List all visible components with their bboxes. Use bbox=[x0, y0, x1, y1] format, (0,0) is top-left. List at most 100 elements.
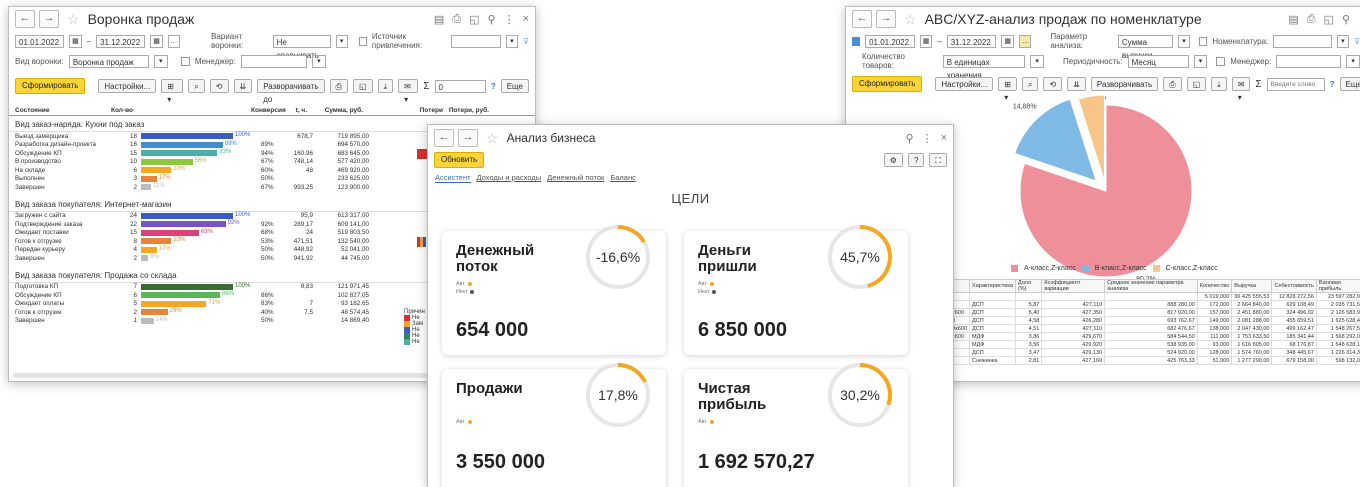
table-row[interactable]: 0ДСП5,87427,110888 280,00172,0002 664 84… bbox=[947, 301, 1360, 309]
favorite-star-icon[interactable]: ☆ bbox=[67, 11, 80, 28]
chevron-down-icon[interactable]: ▾ bbox=[312, 55, 326, 68]
table-header[interactable]: Количество bbox=[1197, 280, 1232, 293]
tab-assistant[interactable]: Ассистент bbox=[435, 173, 471, 183]
calendar-icon[interactable]: ▦ bbox=[69, 35, 81, 48]
sum-field[interactable]: 0 bbox=[435, 80, 486, 93]
horizontal-scrollbar[interactable] bbox=[13, 373, 433, 378]
manager-field[interactable] bbox=[1276, 55, 1341, 68]
table-header[interactable]: Характеристика bbox=[970, 280, 1016, 293]
print-icon[interactable]: ⎙ bbox=[330, 79, 348, 93]
save-icon[interactable]: ▤ bbox=[434, 13, 444, 26]
forward-arrow-icon[interactable]: → bbox=[876, 10, 896, 28]
chevron-down-icon[interactable]: ▾ bbox=[1194, 55, 1208, 68]
chevron-down-icon[interactable]: ▾ bbox=[1346, 55, 1360, 68]
table-header[interactable]: Доля (%) bbox=[1015, 280, 1041, 293]
mail-icon[interactable]: ✉▾ bbox=[1232, 77, 1251, 91]
forward-arrow-icon[interactable]: → bbox=[39, 10, 59, 28]
menu-icon[interactable]: ⋮ bbox=[922, 132, 933, 145]
settings-gear-icon[interactable]: ⚙ bbox=[884, 153, 903, 167]
date-to-field[interactable]: 31.12.2022 bbox=[96, 35, 145, 48]
chevron-down-icon[interactable]: ▾ bbox=[336, 35, 348, 48]
param-select[interactable]: Сумма выручки bbox=[1118, 35, 1173, 48]
menu-icon[interactable]: ⋮ bbox=[504, 13, 515, 26]
link-icon[interactable]: ⚲ bbox=[488, 13, 496, 26]
period-select-button[interactable]: ... bbox=[1019, 35, 1031, 48]
table-header[interactable]: Выручка bbox=[1232, 280, 1272, 293]
goal-card[interactable]: ДеньгипришлиАвгИюл6 850 00045,7% bbox=[684, 231, 908, 355]
tab-cash-flow[interactable]: Денежный поток bbox=[547, 173, 604, 183]
chevron-down-icon[interactable]: ▾ bbox=[1178, 35, 1190, 48]
nomen-checkbox[interactable] bbox=[1199, 37, 1207, 46]
calendar-icon[interactable]: ▦ bbox=[1001, 35, 1013, 48]
search-icon[interactable]: ⌕ bbox=[188, 79, 204, 93]
table-row[interactable]: 0x600МДФ3,86429,670584 544,50111,0001 75… bbox=[947, 333, 1360, 341]
variant-select[interactable]: Не сравнивать bbox=[273, 35, 331, 48]
table-row[interactable]: 0МДФ3,56429,920538 935,0093,0001 616 805… bbox=[947, 341, 1360, 349]
expand-button[interactable]: Разворачивать до bbox=[257, 79, 324, 93]
help-button[interactable]: ? bbox=[908, 153, 924, 167]
source-field[interactable] bbox=[451, 35, 500, 48]
settings-button[interactable]: Настройки... bbox=[98, 79, 156, 93]
period-select[interactable]: Месяц bbox=[1128, 55, 1189, 68]
search-icon[interactable]: ⌕ bbox=[1022, 77, 1038, 91]
favorite-star-icon[interactable]: ☆ bbox=[486, 130, 499, 147]
tab-balance[interactable]: Баланс bbox=[610, 173, 636, 183]
link-icon[interactable]: ⚲ bbox=[1342, 13, 1350, 26]
forward-arrow-icon[interactable]: → bbox=[458, 129, 478, 147]
fullscreen-icon[interactable]: ⛶ bbox=[929, 153, 947, 167]
chevron-down-icon[interactable]: ▾ bbox=[506, 35, 518, 48]
settings-button[interactable]: Настройки... bbox=[935, 77, 993, 91]
back-arrow-icon[interactable]: ← bbox=[15, 10, 35, 28]
help-button[interactable]: ? bbox=[1330, 80, 1335, 89]
nomen-field[interactable] bbox=[1273, 35, 1331, 48]
calendar-icon[interactable]: ▦ bbox=[150, 35, 162, 48]
preview-icon[interactable]: ◱ bbox=[469, 13, 479, 26]
tab-income-expense[interactable]: Доходы и расходы bbox=[477, 173, 542, 183]
chevron-down-icon[interactable]: ▾ bbox=[1030, 55, 1044, 68]
calendar-icon[interactable]: ▦ bbox=[920, 35, 932, 48]
table-row[interactable]: Снежинка2,81427,160425 763,3351,0001 277… bbox=[947, 357, 1360, 365]
manager-field[interactable] bbox=[241, 55, 307, 68]
group-icon[interactable]: ⇊ bbox=[1067, 77, 1086, 91]
goal-card[interactable]: ЧистаяприбыльАвг1 692 570,2730,2% bbox=[684, 369, 908, 487]
date-from-field[interactable]: 01.01.2022 bbox=[15, 35, 64, 48]
back-arrow-icon[interactable]: ← bbox=[434, 129, 454, 147]
chevron-down-icon[interactable]: ▾ bbox=[1337, 35, 1349, 48]
refresh-button[interactable]: Обновить bbox=[434, 152, 484, 168]
print-icon[interactable]: ⎙ bbox=[452, 13, 461, 26]
print-icon[interactable]: ⎙ bbox=[1163, 77, 1181, 91]
mail-icon[interactable]: ✉▾ bbox=[398, 79, 418, 93]
table-row[interactable]: 00x600ДСП4,51427,110682 476,67138,0002 0… bbox=[947, 325, 1360, 333]
help-button[interactable]: ? bbox=[491, 82, 496, 91]
download-icon[interactable]: ⤓ bbox=[1211, 77, 1227, 91]
table-header[interactable]: Себестоимость bbox=[1272, 280, 1316, 293]
back-arrow-icon[interactable]: ← bbox=[852, 10, 872, 28]
variants-button[interactable]: ⊞ ▾ bbox=[998, 77, 1017, 91]
table-row[interactable]: 00ДСП4,58426,280693 762,67149,0002 081 2… bbox=[947, 317, 1360, 325]
source-checkbox[interactable] bbox=[359, 37, 367, 46]
manager-checkbox[interactable] bbox=[1216, 57, 1225, 66]
period-select-button[interactable]: … bbox=[168, 35, 180, 48]
goal-card[interactable]: ДенежныйпотокАвгИюл654 000-16,6% bbox=[442, 231, 666, 355]
close-icon[interactable]: × bbox=[941, 132, 947, 145]
date-to-field[interactable]: 31.12.2022 bbox=[947, 35, 997, 48]
variants-button[interactable]: ⊞ ▾ bbox=[161, 79, 183, 93]
group-icon[interactable]: ⇊ bbox=[234, 79, 253, 93]
search-input[interactable] bbox=[1267, 78, 1325, 91]
filter-icon[interactable]: ⊽ bbox=[523, 37, 529, 46]
preview-icon[interactable]: ◱ bbox=[1324, 13, 1334, 26]
form-report-button[interactable]: Сформировать bbox=[852, 76, 922, 92]
qty-select[interactable]: В единицах хранения bbox=[943, 55, 1026, 68]
save-icon[interactable]: ▤ bbox=[1288, 13, 1298, 26]
table-row[interactable]: ДСП3,47429,130524 920,00128,0001 574 760… bbox=[947, 349, 1360, 357]
chevron-down-icon[interactable]: ▾ bbox=[154, 55, 168, 68]
table-header[interactable]: Валовая прибыль bbox=[1316, 280, 1360, 293]
preview-icon[interactable]: ◱ bbox=[353, 79, 373, 93]
expand-button[interactable]: Разворачивать до bbox=[1091, 77, 1158, 91]
period-checkbox[interactable] bbox=[852, 37, 860, 46]
preview-icon[interactable]: ◱ bbox=[1187, 77, 1207, 91]
more-button[interactable]: Еще bbox=[501, 79, 529, 93]
form-report-button[interactable]: Сформировать bbox=[15, 78, 85, 94]
manager-checkbox[interactable] bbox=[181, 57, 190, 66]
date-from-field[interactable]: 01.01.2022 bbox=[865, 35, 915, 48]
